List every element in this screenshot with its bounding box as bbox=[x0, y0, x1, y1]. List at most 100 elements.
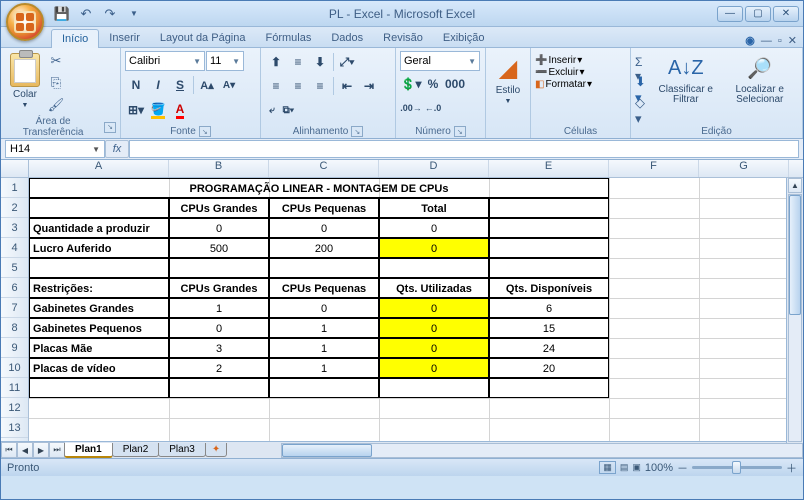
cell[interactable]: 0 bbox=[169, 318, 269, 338]
close-button[interactable]: ✕ bbox=[773, 6, 799, 22]
row-header[interactable]: 8 bbox=[1, 318, 28, 338]
maximize-button[interactable]: ▢ bbox=[745, 6, 771, 22]
copy-icon[interactable]: ⎘ bbox=[46, 73, 66, 93]
font-size-combo[interactable]: 11▼ bbox=[206, 51, 244, 71]
cell[interactable] bbox=[489, 378, 609, 398]
align-dlg-icon[interactable]: ↘ bbox=[351, 126, 363, 137]
col-header-a[interactable]: A bbox=[29, 160, 169, 177]
decrease-decimal-button[interactable]: ←.0 bbox=[422, 97, 444, 119]
sheet-tab-plan3[interactable]: Plan3 bbox=[158, 443, 206, 457]
cell[interactable]: CPUs Pequenas bbox=[269, 278, 379, 298]
tab-exibicao[interactable]: Exibição bbox=[433, 29, 495, 47]
formula-input[interactable] bbox=[129, 140, 799, 158]
align-top-button[interactable]: ⬆ bbox=[265, 51, 287, 73]
number-dlg-icon[interactable]: ↘ bbox=[454, 126, 466, 137]
sheet-tab-plan2[interactable]: Plan2 bbox=[112, 443, 160, 457]
cell[interactable]: CPUs Grandes bbox=[169, 278, 269, 298]
row-header[interactable]: 5 bbox=[1, 258, 28, 278]
align-left-button[interactable]: ≡ bbox=[265, 75, 287, 97]
row-header[interactable]: 11 bbox=[1, 378, 28, 398]
cell[interactable] bbox=[489, 258, 609, 278]
scroll-thumb-v[interactable] bbox=[789, 195, 801, 315]
align-bottom-button[interactable]: ⬇ bbox=[309, 51, 331, 73]
col-header-b[interactable]: B bbox=[169, 160, 269, 177]
cell[interactable]: CPUs Pequenas bbox=[269, 198, 379, 218]
cell[interactable]: Restrições: bbox=[29, 278, 169, 298]
clear-button[interactable]: ◇ ▾ bbox=[635, 101, 650, 121]
cell[interactable]: 0 bbox=[379, 318, 489, 338]
cell[interactable] bbox=[29, 258, 169, 278]
cell[interactable]: CPUs Grandes bbox=[169, 198, 269, 218]
zoom-out-button[interactable]: － bbox=[677, 460, 688, 476]
sort-filter-button[interactable]: A↓Z Classificar e Filtrar bbox=[653, 51, 718, 125]
cell[interactable]: 0 bbox=[379, 358, 489, 378]
tab-revisao[interactable]: Revisão bbox=[373, 29, 433, 47]
help-icon[interactable]: ◉ bbox=[745, 34, 755, 47]
zoom-level[interactable]: 100% bbox=[645, 462, 673, 474]
cell[interactable] bbox=[169, 258, 269, 278]
row-header[interactable]: 10 bbox=[1, 358, 28, 378]
cell[interactable]: 0 bbox=[269, 218, 379, 238]
cell[interactable]: 15 bbox=[489, 318, 609, 338]
cell[interactable]: 1 bbox=[269, 318, 379, 338]
row-header[interactable]: 2 bbox=[1, 198, 28, 218]
cell[interactable]: Quantidade a produzir bbox=[29, 218, 169, 238]
cell[interactable]: 6 bbox=[489, 298, 609, 318]
row-header[interactable]: 3 bbox=[1, 218, 28, 238]
cell[interactable]: PROGRAMAÇÃO LINEAR - MONTAGEM DE CPUs bbox=[29, 178, 609, 198]
tab-inserir[interactable]: Inserir bbox=[99, 29, 150, 47]
border-button[interactable]: ⊞▾ bbox=[125, 99, 147, 121]
cell[interactable]: 0 bbox=[379, 298, 489, 318]
scroll-up-button[interactable]: ▲ bbox=[788, 178, 802, 193]
cell[interactable]: Total bbox=[379, 198, 489, 218]
cell[interactable] bbox=[29, 198, 169, 218]
new-sheet-button[interactable]: ✦ bbox=[205, 443, 227, 457]
horizontal-scrollbar[interactable] bbox=[281, 443, 803, 458]
cell[interactable]: Gabinetes Pequenos bbox=[29, 318, 169, 338]
underline-button[interactable]: S bbox=[169, 74, 191, 96]
italic-button[interactable]: I bbox=[147, 74, 169, 96]
close-workbook-button[interactable]: ✕ bbox=[788, 34, 797, 47]
tab-nav-first[interactable]: ⏮ bbox=[1, 442, 17, 458]
font-dlg-icon[interactable]: ↘ bbox=[199, 126, 211, 137]
tab-formulas[interactable]: Fórmulas bbox=[256, 29, 322, 47]
col-header-c[interactable]: C bbox=[269, 160, 379, 177]
save-icon[interactable]: 💾 bbox=[53, 5, 71, 23]
tab-layout[interactable]: Layout da Página bbox=[150, 29, 256, 47]
cell[interactable] bbox=[269, 378, 379, 398]
cell[interactable]: Placas de vídeo bbox=[29, 358, 169, 378]
style-button[interactable]: ◢ Estilo ▼ bbox=[490, 51, 526, 136]
minimize-ribbon-button[interactable]: — bbox=[761, 35, 772, 47]
row-header[interactable]: 4 bbox=[1, 238, 28, 258]
bold-button[interactable]: N bbox=[125, 74, 147, 96]
view-normal-button[interactable]: ▦ bbox=[599, 461, 616, 474]
fx-button[interactable]: fx bbox=[105, 140, 129, 158]
cell[interactable]: 20 bbox=[489, 358, 609, 378]
cell[interactable] bbox=[489, 198, 609, 218]
wrap-text-button[interactable]: ⤶ bbox=[265, 99, 279, 121]
percent-button[interactable]: % bbox=[422, 73, 444, 95]
cell[interactable]: 0 bbox=[379, 338, 489, 358]
cell[interactable]: Qts. Disponíveis bbox=[489, 278, 609, 298]
cell[interactable]: 0 bbox=[379, 238, 489, 258]
tab-nav-next[interactable]: ▶ bbox=[33, 442, 49, 458]
cut-icon[interactable]: ✂ bbox=[46, 51, 66, 71]
row-header[interactable]: 9 bbox=[1, 338, 28, 358]
office-button[interactable] bbox=[6, 3, 44, 41]
cell[interactable]: Placas Mãe bbox=[29, 338, 169, 358]
grow-font-button[interactable]: A▴ bbox=[196, 74, 218, 96]
tab-nav-last[interactable]: ⏭ bbox=[49, 442, 65, 458]
cell[interactable] bbox=[169, 378, 269, 398]
view-pagebreak-button[interactable]: ▣ bbox=[632, 462, 641, 473]
col-header-e[interactable]: E bbox=[489, 160, 609, 177]
cell[interactable]: 0 bbox=[379, 218, 489, 238]
col-header-g[interactable]: G bbox=[699, 160, 789, 177]
row-header[interactable]: 12 bbox=[1, 398, 28, 418]
col-header-d[interactable]: D bbox=[379, 160, 489, 177]
cell[interactable]: 1 bbox=[269, 358, 379, 378]
row-header[interactable]: 6 bbox=[1, 278, 28, 298]
cell[interactable] bbox=[489, 238, 609, 258]
col-header-f[interactable]: F bbox=[609, 160, 699, 177]
align-right-button[interactable]: ≡ bbox=[309, 75, 331, 97]
clipboard-dlg-icon[interactable]: ↘ bbox=[104, 122, 116, 133]
